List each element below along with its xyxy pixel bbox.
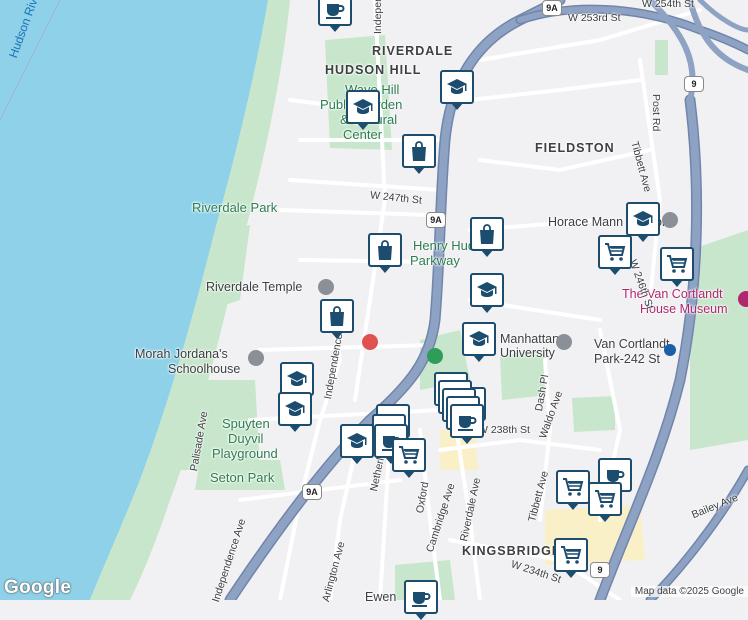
- school-marker[interactable]: [340, 424, 374, 464]
- w253-label: W 253rd St: [568, 12, 621, 24]
- riverdale-temple-label: Riverdale Temple: [206, 280, 303, 294]
- spuyten-label-1: Spuyten: [222, 416, 270, 431]
- school-icon: [287, 371, 307, 386]
- henry-hudson-label-2: Parkway: [410, 253, 460, 268]
- school-marker[interactable]: [278, 392, 312, 432]
- w254-label: W 254th St: [642, 0, 694, 10]
- school-icon: [447, 79, 467, 94]
- grocery-marker[interactable]: [598, 235, 632, 275]
- grocery-icon: [595, 490, 616, 508]
- hospital-icon[interactable]: [362, 334, 378, 350]
- shopping-marker[interactable]: [320, 299, 354, 339]
- grocery-marker[interactable]: [392, 438, 426, 478]
- grocery-marker[interactable]: [554, 538, 588, 578]
- riverdale-label: RIVERDALE: [372, 44, 454, 58]
- independence-ave-label-1: Independence Ave: [372, 0, 384, 34]
- google-logo: Google: [4, 577, 72, 598]
- kingsbridge-label: KINGSBRIDGE: [462, 544, 562, 558]
- park-tree-icon[interactable]: [427, 348, 443, 364]
- cafe-marker[interactable]: [318, 0, 352, 32]
- school-icon: [353, 99, 373, 114]
- grocery-icon: [399, 446, 420, 464]
- route-9a-shield-bot: 9A: [302, 484, 322, 500]
- post-rd-label: Post Rd: [650, 94, 662, 132]
- cafe-marker[interactable]: [450, 404, 484, 444]
- temple-icon[interactable]: [318, 279, 334, 295]
- seton-park-label: Seton Park: [210, 470, 275, 485]
- shopping-marker[interactable]: [368, 233, 402, 273]
- grocery-icon: [561, 546, 582, 564]
- school-marker[interactable]: [346, 90, 380, 130]
- school-marker[interactable]: [626, 202, 660, 242]
- van-cortlandt-park-label-2: Park-242 St: [594, 352, 661, 366]
- spuyten-label-3: Playground: [212, 446, 278, 461]
- university-icon[interactable]: [556, 334, 572, 350]
- fieldston-green: [655, 40, 668, 75]
- shopping-icon: [330, 306, 344, 326]
- museum-icon[interactable]: [738, 291, 748, 307]
- spuyten-label-2: Duyvil: [228, 431, 264, 446]
- w238-label: W 238th St: [478, 424, 530, 436]
- grocery-icon: [605, 243, 626, 261]
- morah-label-1: Morah Jordana's: [135, 347, 228, 361]
- grocery-icon: [563, 478, 584, 496]
- school-marker[interactable]: [280, 362, 314, 402]
- cafe-icon: [458, 416, 477, 431]
- manhattan-label-2: University: [500, 346, 555, 360]
- fieldston-label: FIELDSTON: [535, 141, 615, 155]
- transit-icon[interactable]: [664, 344, 676, 356]
- grocery-marker[interactable]: [660, 247, 694, 287]
- athletic-field: [572, 396, 615, 432]
- school-icon: [469, 331, 489, 346]
- shopping-marker[interactable]: [402, 134, 436, 174]
- school-marker[interactable]: [470, 273, 504, 313]
- ewen-label: Ewen: [365, 590, 397, 604]
- school-icon: [285, 401, 305, 416]
- shopping-icon: [378, 240, 392, 260]
- shopping-icon: [480, 224, 494, 244]
- school-icon: [477, 282, 497, 297]
- route-9a-shield-mid: 9A: [426, 212, 446, 228]
- us-9-shield-top: 9: [684, 76, 704, 92]
- van-cortlandt-park-label-1: Van Cortlandt: [594, 337, 670, 351]
- map-attribution[interactable]: Map data ©2025 Google: [630, 586, 748, 597]
- schoolhouse-poi-icon[interactable]: [248, 350, 264, 366]
- shopping-icon: [412, 141, 426, 161]
- grocery-icon: [667, 255, 688, 273]
- route-9a-shield-top: 9A: [542, 0, 562, 16]
- morah-label-2: Schoolhouse: [168, 362, 241, 376]
- us-9-shield-bot: 9: [590, 562, 610, 578]
- cafe-icon: [412, 592, 431, 607]
- school-icon: [347, 433, 367, 448]
- shopping-marker[interactable]: [470, 217, 504, 257]
- school-marker[interactable]: [462, 322, 496, 362]
- grocery-marker[interactable]: [588, 482, 622, 522]
- riverdale-park-label: Riverdale Park: [192, 200, 278, 215]
- school-icon: [633, 211, 653, 226]
- cafe-marker[interactable]: [404, 580, 438, 620]
- hudson-hill-label: HUDSON HILL: [325, 63, 422, 77]
- school-marker[interactable]: [440, 70, 474, 110]
- cafe-icon: [326, 4, 345, 19]
- grocery-marker[interactable]: [556, 470, 590, 510]
- manhattan-label-1: Manhattan: [500, 332, 560, 346]
- school-poi-icon[interactable]: [662, 212, 678, 228]
